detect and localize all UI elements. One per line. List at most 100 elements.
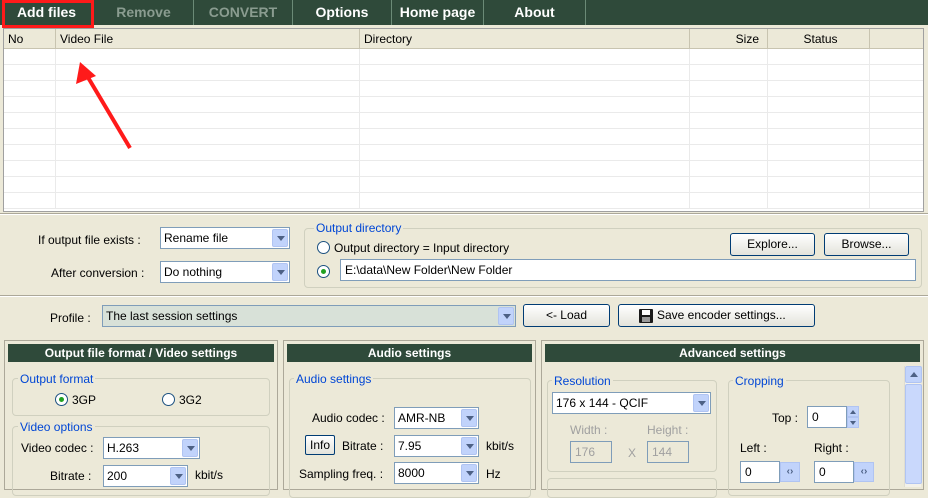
table-cell — [768, 65, 870, 81]
about-button[interactable]: About — [484, 0, 586, 25]
remove-button[interactable]: Remove — [94, 0, 194, 25]
audio-bitrate-select[interactable]: 7.95 — [394, 435, 479, 457]
convert-button[interactable]: CONVERT — [194, 0, 293, 25]
chevron-down-icon[interactable] — [461, 409, 477, 427]
table-row[interactable] — [4, 129, 923, 145]
table-row[interactable] — [4, 81, 923, 97]
sampling-select[interactable]: 8000 — [394, 462, 479, 484]
col-extra — [870, 29, 923, 49]
table-cell — [768, 97, 870, 113]
radio-3gp-label: 3GP — [72, 393, 97, 407]
video-bitrate-select[interactable]: 200 — [103, 465, 188, 487]
table-cell — [4, 161, 56, 177]
if-exists-select[interactable]: Rename file — [160, 227, 290, 249]
save-encoder-settings-button[interactable]: Save encoder settings... — [618, 304, 815, 327]
scroll-up-icon[interactable] — [905, 366, 922, 383]
col-size[interactable]: Size — [690, 29, 768, 49]
table-cell — [690, 81, 768, 97]
chevron-down-icon[interactable] — [461, 464, 477, 482]
table-row[interactable] — [4, 65, 923, 81]
chevron-down-icon[interactable] — [272, 263, 288, 281]
top-spinner[interactable] — [847, 406, 859, 428]
table-cell — [360, 129, 690, 145]
output-format-title: Output format — [18, 372, 96, 386]
table-cell — [360, 113, 690, 129]
radio-3gp[interactable] — [55, 393, 68, 406]
top-label: Top : — [772, 411, 799, 425]
col-video-file[interactable]: Video File — [56, 29, 360, 49]
top-input[interactable]: 0 — [807, 406, 847, 428]
table-cell — [360, 161, 690, 177]
height-input[interactable]: 144 — [647, 441, 689, 463]
home-page-button[interactable]: Home page — [392, 0, 484, 25]
table-cell — [56, 161, 360, 177]
table-cell — [690, 129, 768, 145]
scroll-thumb[interactable] — [905, 384, 922, 484]
table-cell — [56, 81, 360, 97]
width-label: Width : — [570, 423, 608, 437]
right-label: Right : — [814, 441, 849, 455]
table-cell — [690, 49, 768, 65]
table-cell — [690, 145, 768, 161]
x-separator: X — [628, 446, 637, 460]
sampling-label: Sampling freq. : — [299, 467, 384, 481]
up-arrow-icon[interactable] — [847, 406, 859, 417]
table-header: No Video File Directory Size Status — [4, 29, 923, 49]
col-no[interactable]: No — [4, 29, 56, 49]
resolution-value: 176 x 144 - QCIF — [556, 396, 649, 410]
right-input[interactable]: 0 — [814, 461, 854, 483]
height-label: Height : — [647, 423, 689, 437]
options-button[interactable]: Options — [293, 0, 392, 25]
left-input[interactable]: 0 — [740, 461, 780, 483]
table-cell — [4, 49, 56, 65]
table-row[interactable] — [4, 113, 923, 129]
chevron-down-icon[interactable] — [498, 307, 514, 325]
audio-codec-select[interactable]: AMR-NB — [394, 407, 479, 429]
table-row[interactable] — [4, 145, 923, 161]
chevron-down-icon[interactable] — [272, 229, 288, 247]
output-directory-input[interactable]: E:\data\New Folder\New Folder — [340, 259, 916, 281]
radio-3g2[interactable] — [162, 393, 175, 406]
load-button[interactable]: <- Load — [523, 304, 610, 327]
right-spinner[interactable]: ‹› — [854, 462, 874, 482]
profile-select[interactable]: The last session settings — [102, 305, 516, 327]
radio-custom-directory[interactable] — [317, 265, 330, 278]
chevron-down-icon[interactable] — [693, 394, 709, 412]
table-cell — [56, 113, 360, 129]
floppy-disk-icon — [639, 309, 653, 323]
table-row[interactable] — [4, 97, 923, 113]
advanced-scrollbar[interactable] — [904, 366, 922, 487]
table-cell — [56, 145, 360, 161]
radio-same-as-input[interactable] — [317, 241, 330, 254]
table-cell — [4, 113, 56, 129]
chevron-down-icon[interactable] — [461, 437, 477, 455]
resolution-select[interactable]: 176 x 144 - QCIF — [552, 392, 711, 414]
table-cell — [56, 49, 360, 65]
chevron-down-icon[interactable] — [182, 439, 198, 457]
col-status[interactable]: Status — [768, 29, 870, 49]
left-spinner[interactable]: ‹› — [780, 462, 800, 482]
audio-panel-title: Audio settings — [287, 344, 532, 362]
file-table[interactable]: No Video File Directory Size Status — [3, 28, 924, 212]
table-rows — [4, 49, 923, 211]
output-directory-title: Output directory — [314, 221, 404, 235]
table-row[interactable] — [4, 49, 923, 65]
width-input[interactable]: 176 — [570, 441, 612, 463]
table-row[interactable] — [4, 161, 923, 177]
table-row[interactable] — [4, 177, 923, 193]
down-arrow-icon[interactable] — [847, 417, 859, 428]
table-cell — [360, 97, 690, 113]
chevron-down-icon[interactable] — [170, 467, 186, 485]
col-directory[interactable]: Directory — [360, 29, 690, 49]
explore-button[interactable]: Explore... — [730, 233, 815, 256]
table-row[interactable] — [4, 193, 923, 209]
video-codec-select[interactable]: H.263 — [103, 437, 200, 459]
after-conversion-select[interactable]: Do nothing — [160, 261, 290, 283]
video-codec-label: Video codec : — [21, 441, 94, 455]
video-bitrate-value: 200 — [107, 469, 128, 483]
radio-3g2-label: 3G2 — [179, 393, 202, 407]
info-button[interactable]: Info — [305, 435, 335, 455]
table-cell — [768, 145, 870, 161]
browse-button[interactable]: Browse... — [824, 233, 909, 256]
table-cell — [690, 161, 768, 177]
